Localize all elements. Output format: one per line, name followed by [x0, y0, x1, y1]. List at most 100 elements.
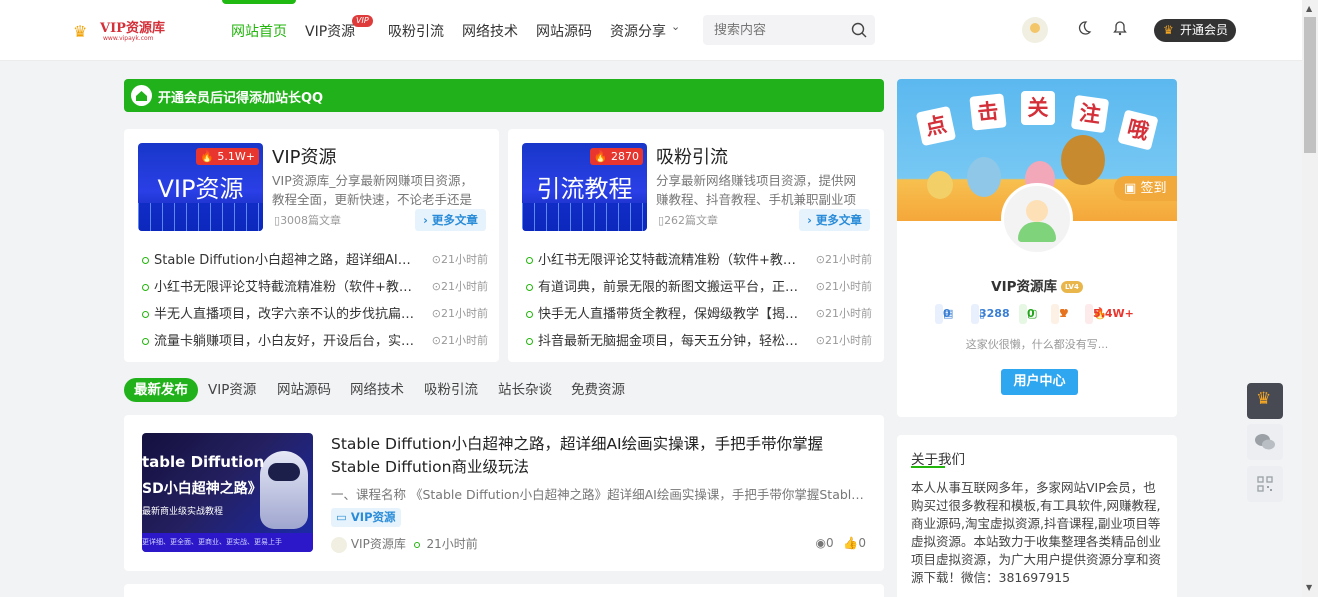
list-item[interactable]: 流量卡躺赚项目，小白友好，开设后台，实操教学 ⊙21小时前 [142, 330, 488, 357]
tab-vip[interactable]: VIP资源 [208, 378, 256, 402]
open-vip-button[interactable]: ♛ 开通会员 [1154, 19, 1236, 42]
list-item-time: ⊙21小时前 [815, 253, 872, 266]
thumbnail-grid [138, 203, 263, 231]
list-item[interactable]: 有道词典，前景无限的新图文搬运平台，正规项目 ⊙21小时前 [526, 276, 872, 303]
list-item[interactable]: Stable Diffution小白超神之路，超详细AI绘画实操课 ⊙21小时前 [142, 249, 488, 276]
nav-home[interactable]: 网站首页 [231, 21, 287, 41]
category-title[interactable]: VIP资源 [272, 143, 336, 169]
search-box [703, 15, 875, 45]
about-text: 本人从事互联网多年，多家网站VIP会员，也购买过很多教程和模板,有工具软件,网赚… [911, 480, 1162, 585]
open-vip-label: 开通会员 [1180, 23, 1229, 37]
site-logo[interactable]: ♛ VIP资源库 www.vipayk.com [70, 14, 170, 46]
category-thumbnail[interactable]: 引流教程 🔥 2870 [522, 143, 647, 231]
eye-icon: ◉ [815, 536, 826, 550]
notice-text: 开通会员后记得添加站长QQ [158, 91, 324, 106]
scroll-up-arrow[interactable]: ▲ [1306, 4, 1312, 13]
nav-active-indicator [222, 0, 296, 4]
post-thumbnail[interactable]: table Diffution SD小白超神之路》 最新商业级实战教程 更详细、… [142, 433, 313, 552]
user-name[interactable]: VIP资源库 [991, 279, 1057, 295]
time-text: 21小时前 [441, 334, 488, 347]
dark-mode-icon[interactable] [1076, 20, 1092, 36]
post-author[interactable]: VIP资源库 [351, 537, 406, 551]
category-card-traffic: 引流教程 🔥 2870 吸粉引流 分享最新网络赚钱项目资源，提供网赚教程、抖音教… [508, 129, 884, 362]
bell-icon[interactable] [1112, 20, 1128, 36]
user-card: 点 击 关 注 哦 ▣ 签到 VIP资源库 LV4 ▤ 0 ▯ 3288 ▢ 0 ♥… [897, 79, 1177, 417]
list-item[interactable]: 抖音最新无脑掘金项目，每天五分钟，轻松月入 ⊙21小时前 [526, 330, 872, 357]
list-item[interactable]: 小红书无限评论艾特截流精准粉（软件+教程） ⊙21小时前 [142, 276, 488, 303]
tab-latest[interactable]: 最新发布 [124, 378, 198, 402]
top-header: ♛ VIP资源库 www.vipayk.com 网站首页 VIP资源 VIP 吸… [0, 0, 1302, 61]
scroll-down-arrow[interactable]: ▼ [1306, 583, 1312, 592]
list-item-title: 半无人直播项目，改字六亲不认的步伐抗扁担项目 [154, 307, 416, 322]
user-avatar-large[interactable] [1001, 183, 1073, 255]
list-item[interactable]: 小红书无限评论艾特截流精准粉（软件+教程） ⊙21小时前 [526, 249, 872, 276]
thumbs-up-icon[interactable]: 👍 [843, 536, 858, 550]
fire-icon: 🔥 [200, 150, 214, 163]
nav-share[interactable]: 资源分享 [610, 21, 666, 41]
list-item-time: ⊙21小时前 [431, 307, 488, 320]
user-name-row: VIP资源库 LV4 [897, 275, 1177, 295]
user-avatar[interactable] [1022, 17, 1048, 43]
thumbnail-text: VIP资源 [157, 175, 244, 203]
post-card: table Diffution SD小白超神之路》 最新商业级实战教程 更详细、… [124, 415, 884, 571]
thumbnail-line1: table Diffution [142, 453, 265, 471]
tab-tech[interactable]: 网络技术 [350, 378, 404, 402]
post-title[interactable]: Stable Diffution小白超神之路，超详细AI绘画实操课，手把手带你掌… [331, 433, 871, 479]
list-item-title: 抖音最新无脑掘金项目，每天五分钟，轻松月入 [538, 334, 800, 349]
tab-traffic[interactable]: 吸粉引流 [424, 378, 478, 402]
vip-badge: VIP [352, 15, 373, 27]
list-item-title: Stable Diffution小白超神之路，超详细AI绘画实操课 [154, 253, 416, 268]
about-card: 关于我们 本人从事互联网多年，多家网站VIP会员，也购买过很多教程和模板,有工具… [897, 435, 1177, 597]
user-center-button[interactable]: 用户中心 [1001, 369, 1078, 395]
time-text: 21小时前 [825, 307, 872, 320]
list-item[interactable]: 半无人直播项目，改字六亲不认的步伐抗扁担项目 ⊙21小时前 [142, 303, 488, 330]
category-desc: VIP资源库_分享最新网赚项目资源，教程全面，更新快速，不论老手还是新手都可以学… [272, 173, 474, 207]
nav-traffic[interactable]: 吸粉引流 [388, 21, 444, 41]
title-underline [911, 466, 945, 468]
sign-in-button[interactable]: ▣ 签到 [1114, 176, 1177, 201]
stat-posts[interactable]: ▤ 0 [935, 304, 953, 324]
tab-free[interactable]: 免费资源 [571, 378, 625, 402]
tab-source-code[interactable]: 网站源码 [277, 378, 331, 402]
vip-float-button[interactable]: ♛ [1247, 383, 1283, 419]
post-excerpt: 一、课程名称 《Stable Diffution小白超神之路》超详细AI绘画实操… [331, 487, 866, 502]
post-meta: VIP资源库 21小时前 [331, 535, 478, 553]
post-category-tag[interactable]: ▭ VIP资源 [331, 508, 401, 527]
nav-source-code[interactable]: 网站源码 [536, 21, 592, 41]
stat-value: 1 [1059, 307, 1067, 320]
stat-value: 3288 [979, 307, 1010, 320]
bullet-icon [142, 257, 149, 264]
stat-articles[interactable]: ▯ 3288 [971, 304, 1010, 324]
time-text: 21小时前 [441, 307, 488, 320]
page-scrollbar[interactable]: ▲ ▼ [1302, 0, 1318, 597]
nav-tech[interactable]: 网络技术 [462, 21, 518, 41]
list-item[interactable]: 快手无人直播带货全教程，保姆级教学【揭秘】 ⊙21小时前 [526, 303, 872, 330]
category-title[interactable]: 吸粉引流 [656, 143, 728, 169]
list-item-title: 小红书无限评论艾特截流精准粉（软件+教程） [154, 280, 416, 295]
more-label: 更多文章 [431, 213, 478, 227]
qrcode-float-button[interactable] [1247, 466, 1283, 502]
thumbnail-line2: SD小白超神之路》 [142, 481, 262, 497]
post-time: 21小时前 [426, 537, 478, 551]
nav-vip-resources[interactable]: VIP资源 [305, 21, 355, 41]
tab-chat[interactable]: 站长杂谈 [498, 378, 552, 402]
wechat-float-button[interactable] [1247, 424, 1283, 460]
bullet-icon [142, 311, 149, 318]
stat-likes[interactable]: ♥ 1 [1051, 304, 1069, 324]
stat-comments[interactable]: ▢ 0 [1019, 304, 1037, 324]
more-articles-button[interactable]: › 更多文章 [799, 209, 870, 231]
more-articles-button[interactable]: › 更多文章 [415, 209, 486, 231]
robot-visor [268, 463, 300, 481]
search-input[interactable] [703, 15, 833, 45]
search-icon[interactable] [851, 22, 867, 38]
thumbnail-line3: 最新商业级实战教程 [142, 507, 224, 517]
author-avatar[interactable] [331, 536, 347, 553]
list-item-title: 流量卡躺赚项目，小白友好，开设后台，实操教学 [154, 334, 416, 349]
thumbnail-bar: 更详细、更全面、更商业、更实战、更易上手 [142, 533, 313, 552]
list-item-time: ⊙21小时前 [815, 307, 872, 320]
stat-hot[interactable]: 🔥 5.4W+ [1085, 304, 1134, 324]
category-card-vip: VIP资源 🔥 5.1W+ VIP资源 VIP资源库_分享最新网赚项目资源，教程… [124, 129, 499, 362]
scrollbar-thumb[interactable] [1304, 17, 1316, 153]
notice-bar[interactable]: 开通会员后记得添加站长QQ [124, 79, 884, 112]
category-thumbnail[interactable]: VIP资源 🔥 5.1W+ [138, 143, 263, 231]
